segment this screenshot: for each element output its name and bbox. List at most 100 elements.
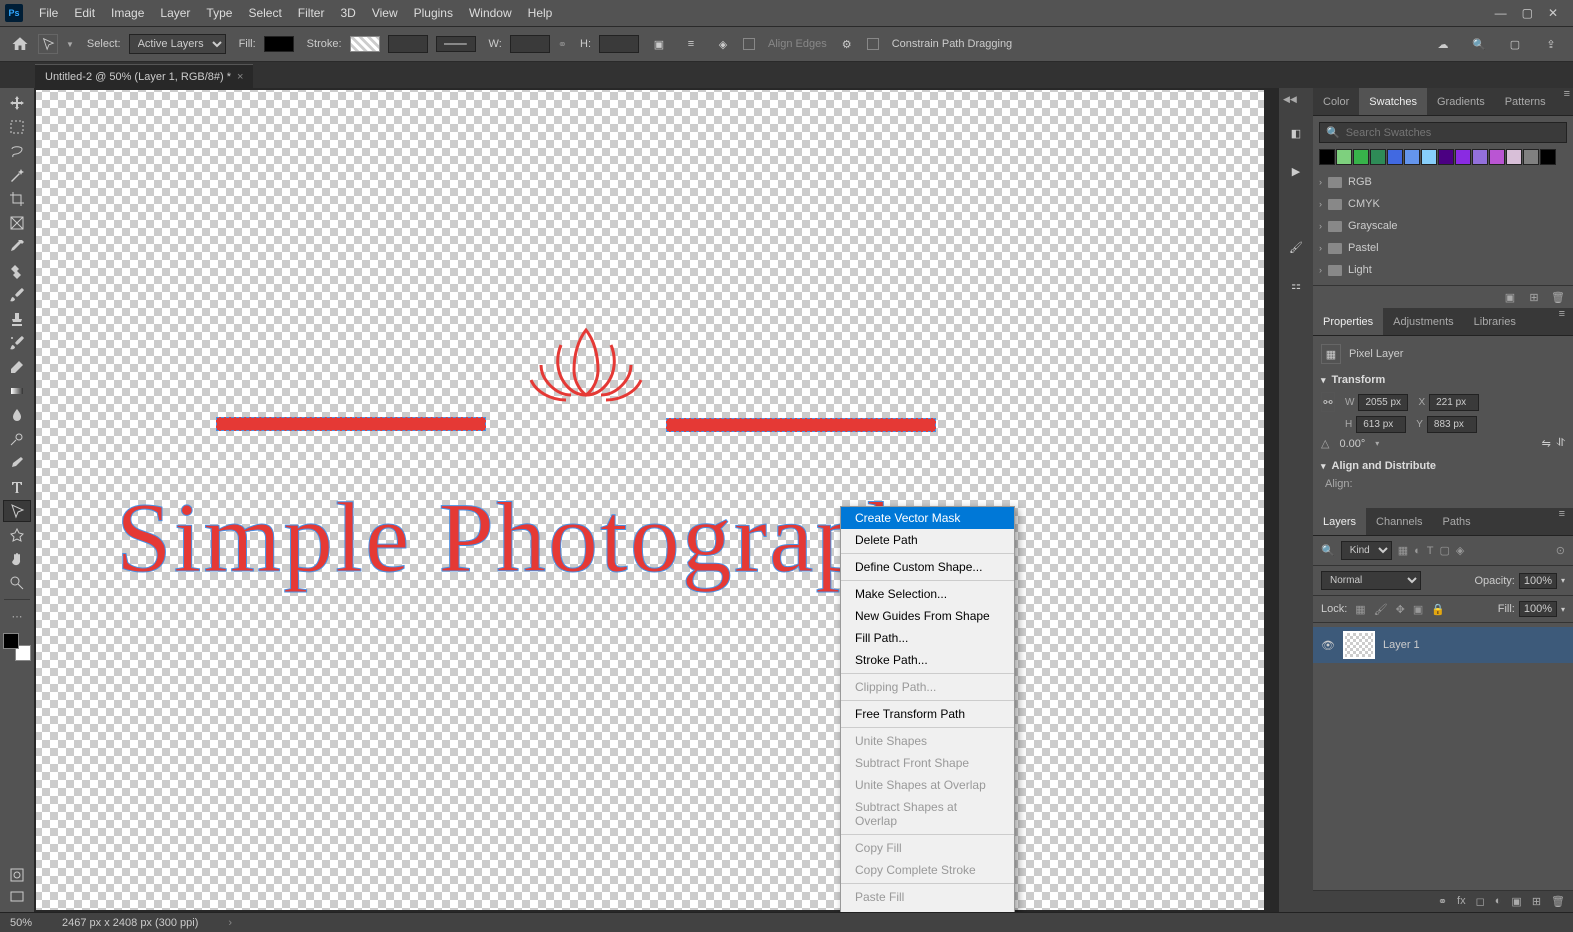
lock-artboard-icon[interactable]: ▣ — [1413, 603, 1423, 616]
swatch-group[interactable]: ›Grayscale — [1319, 217, 1567, 235]
quick-mask-icon[interactable] — [3, 864, 31, 886]
path-operations-icon[interactable]: ▣ — [647, 32, 671, 56]
tab-adjustments[interactable]: Adjustments — [1383, 308, 1464, 335]
shape-bar-left[interactable] — [216, 417, 486, 431]
swatch-group[interactable]: ›CMYK — [1319, 195, 1567, 213]
fill-value[interactable]: 100% — [1519, 601, 1557, 617]
blur-tool[interactable] — [3, 404, 31, 426]
menu-edit[interactable]: Edit — [66, 6, 103, 20]
pen-tool[interactable] — [3, 452, 31, 474]
new-layer-icon[interactable]: ⊞ — [1532, 895, 1541, 908]
wand-tool[interactable] — [3, 164, 31, 186]
swatch-color[interactable] — [1540, 149, 1556, 165]
context-menu-item[interactable]: Fill Path... — [841, 627, 1014, 649]
filter-toggle-icon[interactable]: ⊙ — [1556, 544, 1565, 557]
align-section-header[interactable]: ▾ Align and Distribute — [1321, 460, 1565, 472]
color-swatches[interactable] — [3, 633, 31, 661]
filter-shape-icon[interactable]: ▢ — [1440, 544, 1450, 557]
tab-libraries[interactable]: Libraries — [1464, 308, 1526, 335]
visibility-icon[interactable]: 👁 — [1321, 639, 1335, 652]
new-swatch-icon[interactable]: ⊞ — [1527, 290, 1541, 304]
layer-thumbnail[interactable] — [1343, 631, 1375, 659]
history-panel-icon[interactable]: ◧ — [1286, 123, 1306, 143]
swatch-color[interactable] — [1336, 149, 1352, 165]
actions-panel-icon[interactable]: ▶ — [1286, 161, 1306, 181]
context-menu-item[interactable]: Delete Path — [841, 529, 1014, 551]
menu-3d[interactable]: 3D — [332, 6, 363, 20]
document-info[interactable]: 2467 px x 2408 px (300 ppi) — [62, 917, 198, 929]
menu-filter[interactable]: Filter — [290, 6, 333, 20]
cloud-icon[interactable]: ☁ — [1431, 32, 1455, 56]
brushes-panel-icon[interactable]: 🖌 — [1286, 237, 1306, 257]
link-dimensions-icon[interactable]: ⚯ — [1321, 392, 1335, 412]
panel-menu-icon[interactable]: ≡ — [1556, 88, 1573, 115]
flip-horizontal-icon[interactable]: ⇋ — [1542, 437, 1551, 450]
chevron-right-icon[interactable]: › — [228, 917, 232, 929]
width-input[interactable] — [510, 35, 550, 53]
blend-mode-dropdown[interactable]: Normal — [1321, 571, 1421, 590]
brush-tool[interactable] — [3, 284, 31, 306]
swatch-color[interactable] — [1455, 149, 1471, 165]
context-menu-item[interactable]: New Guides From Shape — [841, 605, 1014, 627]
search-icon[interactable]: 🔍 — [1467, 32, 1491, 56]
context-menu-item[interactable]: Create Vector Mask — [841, 507, 1014, 529]
path-selection-tool[interactable] — [3, 500, 31, 522]
collapse-arrow-icon[interactable]: ◀◀ — [1279, 94, 1297, 105]
filter-adjust-icon[interactable]: ◐ — [1414, 545, 1421, 557]
transform-angle[interactable]: 0.00° — [1339, 438, 1365, 450]
kind-filter-dropdown[interactable]: Kind — [1341, 541, 1392, 560]
shape-bar-right[interactable] — [666, 418, 936, 432]
eraser-tool[interactable] — [3, 356, 31, 378]
menu-type[interactable]: Type — [198, 6, 240, 20]
zoom-tool[interactable] — [3, 572, 31, 594]
transform-w[interactable]: 2055 px — [1358, 394, 1408, 411]
swatch-color[interactable] — [1523, 149, 1539, 165]
zoom-level[interactable]: 50% — [10, 917, 32, 929]
filter-smart-icon[interactable]: ◈ — [1456, 544, 1464, 557]
foreground-color[interactable] — [3, 633, 19, 649]
flip-vertical-icon[interactable]: ⥯ — [1557, 437, 1565, 450]
panel-menu-icon[interactable]: ≡ — [1551, 508, 1573, 535]
swatch-group[interactable]: ›RGB — [1319, 173, 1567, 191]
swatch-color[interactable] — [1489, 149, 1505, 165]
opacity-value[interactable]: 100% — [1519, 573, 1557, 589]
transform-y[interactable]: 883 px — [1427, 416, 1477, 433]
swatch-color[interactable] — [1404, 149, 1420, 165]
marquee-tool[interactable] — [3, 116, 31, 138]
context-menu-item[interactable]: Make Selection... — [841, 583, 1014, 605]
swatch-color[interactable] — [1438, 149, 1454, 165]
transform-x[interactable]: 221 px — [1429, 394, 1479, 411]
fill-swatch[interactable] — [264, 36, 294, 52]
gradient-tool[interactable] — [3, 380, 31, 402]
menu-select[interactable]: Select — [240, 6, 289, 20]
chevron-down-icon[interactable]: ▾ — [1561, 605, 1565, 614]
screen-mode-icon[interactable] — [3, 886, 31, 908]
link-wh-icon[interactable]: ⚭ — [558, 38, 567, 51]
close-icon[interactable]: ✕ — [1548, 6, 1558, 20]
menu-file[interactable]: File — [31, 6, 66, 20]
tab-color[interactable]: Color — [1313, 88, 1359, 115]
minimize-icon[interactable]: — — [1495, 6, 1507, 20]
document-tab[interactable]: Untitled-2 @ 50% (Layer 1, RGB/8#) * × — [35, 64, 253, 88]
maximize-icon[interactable]: ▢ — [1522, 6, 1533, 20]
menu-view[interactable]: View — [364, 6, 406, 20]
hand-tool[interactable] — [3, 548, 31, 570]
context-menu-item[interactable]: Free Transform Path — [841, 703, 1014, 725]
transform-section-header[interactable]: ▾ Transform — [1321, 374, 1565, 386]
move-tool[interactable] — [3, 92, 31, 114]
new-group-icon[interactable]: ▣ — [1503, 290, 1517, 304]
delete-swatch-icon[interactable]: 🗑 — [1551, 290, 1565, 304]
menu-plugins[interactable]: Plugins — [406, 6, 461, 20]
dodge-tool[interactable] — [3, 428, 31, 450]
edit-toolbar-icon[interactable]: ⋯ — [3, 605, 31, 627]
swatch-color[interactable] — [1319, 149, 1335, 165]
filter-pixel-icon[interactable]: ▦ — [1398, 544, 1408, 557]
document-canvas[interactable]: Simple Photography — [36, 90, 1264, 910]
swatch-color[interactable] — [1370, 149, 1386, 165]
crop-tool[interactable] — [3, 188, 31, 210]
context-menu-item[interactable]: Define Custom Shape... — [841, 556, 1014, 578]
eyedropper-tool[interactable] — [3, 236, 31, 258]
filter-type-icon[interactable]: T — [1427, 545, 1434, 557]
stamp-tool[interactable] — [3, 308, 31, 330]
tab-paths[interactable]: Paths — [1433, 508, 1481, 535]
